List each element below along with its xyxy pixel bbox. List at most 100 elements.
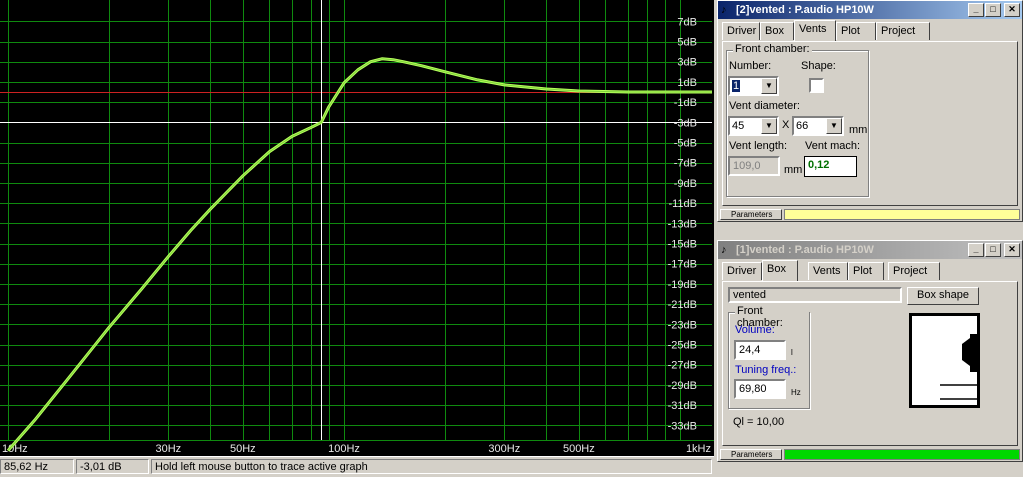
vents-parameters-bar: Parameters xyxy=(718,209,1022,220)
y-tick-label: -29dB xyxy=(668,380,697,392)
tuning-freq-unit: Hz xyxy=(791,388,801,397)
box-panel: vented Box shape Front chamber: Volume: … xyxy=(722,281,1018,446)
y-tick-label: -7dB xyxy=(674,158,697,170)
y-tick-label: -27dB xyxy=(668,360,697,372)
status-bar: 85,62 Hz -3,01 dB Hold left mouse button… xyxy=(0,456,714,477)
y-tick-label: 7dB xyxy=(677,16,697,28)
x-tick-label: 30Hz xyxy=(155,443,181,455)
close-button[interactable]: ✕ xyxy=(1004,243,1020,257)
shape-label: Shape: xyxy=(801,60,836,72)
number-label: Number: xyxy=(729,60,772,72)
maximize-button[interactable]: □ xyxy=(985,3,1001,17)
parameters-button[interactable]: Parameters xyxy=(720,449,782,460)
vent-diameter-b-select[interactable]: 66 ▼ xyxy=(792,116,844,136)
response-curve xyxy=(6,57,712,452)
tuning-freq-label: Tuning freq.: xyxy=(735,364,797,376)
y-tick-label: -21dB xyxy=(668,299,697,311)
frequency-response-plot[interactable]: 7dB 5dB 3dB 1dB -1dB -3dB -5dB -7dB -9dB -11dB -13… xyxy=(0,0,714,456)
vent-length-label: Vent length: xyxy=(729,140,788,152)
x-tick-label: 50Hz xyxy=(230,443,256,455)
vent-diameter-b-value: 66 xyxy=(796,120,809,132)
box-shape-button[interactable]: Box shape xyxy=(907,287,979,305)
tab-driver[interactable]: Driver xyxy=(722,22,760,40)
tab-project[interactable]: Project xyxy=(888,262,940,280)
vent-length-unit: mm xyxy=(784,164,803,176)
vent-diameter-a-value: 45 xyxy=(732,120,745,132)
box-window-titlebar[interactable]: ♪ [1]vented : P.audio HP10W _ □ ✕ xyxy=(718,241,1022,259)
chevron-down-icon[interactable]: ▼ xyxy=(761,118,777,134)
box-shape-preview xyxy=(909,313,980,408)
close-button[interactable]: ✕ xyxy=(1004,3,1020,17)
box-parameters-bar: Parameters xyxy=(718,449,1022,460)
vents-window-titlebar[interactable]: ♪ [2]vented : P.audio HP10W _ □ ✕ xyxy=(718,1,1022,19)
tuning-freq-field[interactable]: 69,80 xyxy=(734,379,786,399)
x-tick-label: 500Hz xyxy=(563,443,595,455)
box-window-title: [1]vented : P.audio HP10W xyxy=(736,244,874,256)
tab-plot[interactable]: Plot xyxy=(848,262,884,280)
y-tick-label: -23dB xyxy=(668,319,697,331)
ql-value: Ql = 10,00 xyxy=(733,416,785,428)
tab-vents[interactable]: Vents xyxy=(808,262,848,280)
volume-field[interactable]: 24,4 xyxy=(734,340,786,360)
parameters-status-fill xyxy=(784,449,1020,460)
vent-mach-value: 0,12 xyxy=(804,156,857,177)
box-shape-diagram xyxy=(910,314,979,407)
tab-driver[interactable]: Driver xyxy=(722,262,762,280)
vent-diameter-x: X xyxy=(782,119,790,131)
y-tick-label: -3dB xyxy=(674,117,697,129)
vents-window-title: [2]vented : P.audio HP10W xyxy=(736,4,874,16)
tab-plot[interactable]: Plot xyxy=(836,22,876,40)
y-tick-label: -33dB xyxy=(668,420,697,432)
vent-diameter-label: Vent diameter: xyxy=(729,100,800,112)
vents-window: ♪ [2]vented : P.audio HP10W _ □ ✕ Driver… xyxy=(717,0,1023,222)
tab-box[interactable]: Box xyxy=(762,260,798,281)
vent-length-field: 109,0 xyxy=(728,156,780,176)
tab-vents[interactable]: Vents xyxy=(794,20,836,41)
y-tick-label: -17dB xyxy=(668,259,697,271)
vent-diameter-a-select[interactable]: 45 ▼ xyxy=(728,116,779,136)
status-level: -3,01 dB xyxy=(76,459,149,474)
y-tick-label: -13dB xyxy=(668,218,697,230)
vent-diameter-unit: mm xyxy=(849,124,868,136)
response-curve-core xyxy=(7,58,712,451)
maximize-button[interactable]: □ xyxy=(985,243,1001,257)
tab-box[interactable]: Box xyxy=(760,22,794,40)
vents-window-tabs: Driver Box Vents Plot Project xyxy=(722,20,1022,41)
y-tick-label: -25dB xyxy=(668,340,697,352)
box-type-field: vented xyxy=(728,287,902,303)
response-graph[interactable]: 7dB 5dB 3dB 1dB -1dB -3dB -5dB -7dB -9dB -11dB -13… xyxy=(0,0,714,456)
y-tick-label: -9dB xyxy=(674,178,697,190)
y-tick-label: -5dB xyxy=(674,138,697,150)
vent-number-value: 1 xyxy=(732,80,741,92)
box-window: ♪ [1]vented : P.audio HP10W _ □ ✕ Driver… xyxy=(717,240,1023,462)
parameters-status-fill xyxy=(784,209,1020,220)
front-chamber-title: Front chamber: xyxy=(733,43,812,55)
chevron-down-icon[interactable]: ▼ xyxy=(826,118,842,134)
parameters-button[interactable]: Parameters xyxy=(720,209,782,220)
y-tick-label: -11dB xyxy=(668,198,697,210)
x-tick-label: 300Hz xyxy=(488,443,520,455)
tab-project[interactable]: Project xyxy=(876,22,930,40)
vents-panel: Front chamber: Number: Shape: 1 ▼ Vent d… xyxy=(722,41,1018,206)
minimize-button[interactable]: _ xyxy=(968,243,984,257)
x-tick-label: 1kHz xyxy=(686,443,711,455)
vent-mach-label: Vent mach: xyxy=(805,140,861,152)
volume-unit: l xyxy=(791,348,793,357)
vent-number-select[interactable]: 1 ▼ xyxy=(728,76,779,96)
vent-shape-checkbox[interactable] xyxy=(809,78,824,93)
box-window-tabs: Driver Box Vents Plot Project xyxy=(722,260,1022,281)
status-frequency: 85,62 Hz xyxy=(0,459,74,474)
status-hint: Hold left mouse button to trace active g… xyxy=(151,459,712,474)
speaker-icon: ♪ xyxy=(721,244,727,256)
y-tick-label: -31dB xyxy=(668,400,697,412)
y-tick-label: -15dB xyxy=(668,239,697,251)
speaker-icon: ♪ xyxy=(721,4,727,16)
y-tick-label: 5dB xyxy=(677,37,697,49)
volume-label: Volume: xyxy=(735,324,775,336)
chevron-down-icon[interactable]: ▼ xyxy=(761,78,777,94)
y-tick-label: 3dB xyxy=(677,57,697,69)
y-tick-label: -19dB xyxy=(668,279,697,291)
y-tick-label: -1dB xyxy=(674,97,697,109)
x-tick-label: 100Hz xyxy=(328,443,360,455)
minimize-button[interactable]: _ xyxy=(968,3,984,17)
